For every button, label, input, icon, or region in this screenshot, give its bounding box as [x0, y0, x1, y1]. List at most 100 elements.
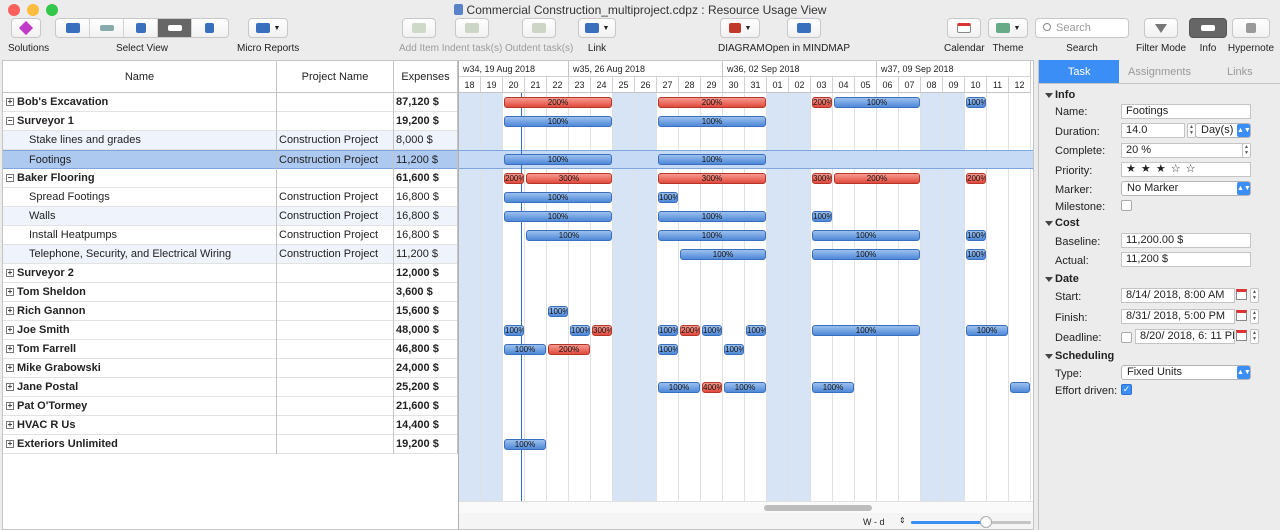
link-button[interactable]: ▼ [578, 18, 616, 38]
allocation-bar[interactable]: 100% [724, 344, 744, 355]
column-name[interactable]: Name [3, 61, 277, 93]
collapse-icon[interactable]: − [6, 174, 14, 182]
expand-icon[interactable]: + [6, 269, 14, 277]
row-name-cell[interactable]: Install Heatpumps [3, 226, 277, 245]
deadline-checkbox[interactable] [1121, 332, 1132, 343]
row-expenses-cell[interactable]: 14,400 $ [394, 416, 458, 435]
micro-reports-tool[interactable]: ▼ Micro Reports [237, 18, 299, 54]
row-project-cell[interactable]: Construction Project [277, 131, 394, 150]
priority-stars[interactable]: ★ ★ ★ ☆ ☆ [1121, 162, 1251, 177]
row-project-cell[interactable] [277, 112, 394, 131]
row-name-cell[interactable]: Stake lines and grades [3, 131, 277, 150]
milestone-checkbox[interactable] [1121, 200, 1132, 211]
allocation-bar[interactable]: 100% [966, 97, 986, 108]
row-expenses-cell[interactable]: 11,200 $ [394, 245, 458, 264]
row-expenses-cell[interactable]: 19,200 $ [394, 435, 458, 454]
table-row[interactable]: + Jane Postal 25,200 $ [3, 378, 458, 397]
allocation-bar[interactable]: 100% [812, 211, 832, 222]
section-info[interactable]: Info [1043, 89, 1075, 101]
row-expenses-cell[interactable]: 16,800 $ [394, 226, 458, 245]
row-name-cell[interactable]: + Rich Gannon [3, 302, 277, 321]
overallocated-bar[interactable]: 200% [504, 97, 612, 108]
view-list-icon[interactable] [90, 19, 124, 37]
row-expenses-cell[interactable]: 16,800 $ [394, 207, 458, 226]
allocation-bar[interactable]: 100% [724, 382, 766, 393]
finish-stepper[interactable]: ▲ ▼ [1250, 309, 1259, 324]
allocation-bar[interactable]: 100% [504, 116, 612, 127]
allocation-bar[interactable]: 100% [504, 344, 546, 355]
row-project-cell[interactable] [277, 302, 394, 321]
duration-unit-select[interactable]: Day(s) ▲▼ [1195, 123, 1251, 138]
expand-icon[interactable]: + [6, 421, 14, 429]
row-name-cell[interactable]: + Tom Sheldon [3, 283, 277, 302]
row-expenses-cell[interactable]: 15,600 $ [394, 302, 458, 321]
table-row[interactable]: + Bob's Excavation 87,120 $ [3, 93, 458, 112]
allocation-bar[interactable]: 100% [966, 230, 986, 241]
allocation-bar[interactable]: 100% [658, 230, 766, 241]
allocation-bar[interactable]: 100% [658, 344, 678, 355]
row-project-cell[interactable] [277, 169, 394, 188]
marker-select[interactable]: No Marker ▲▼ [1121, 181, 1251, 196]
row-name-cell[interactable]: − Baker Flooring [3, 169, 277, 188]
deadline-stepper[interactable]: ▲ ▼ [1250, 329, 1259, 344]
section-scheduling[interactable]: Scheduling [1043, 350, 1114, 362]
calendar-icon[interactable] [1236, 289, 1247, 300]
complete-stepper[interactable]: ▲ ▼ [1242, 143, 1251, 158]
overallocated-bar[interactable]: 200% [658, 97, 766, 108]
row-project-cell[interactable] [277, 340, 394, 359]
search-input[interactable]: Search [1035, 18, 1129, 38]
row-name-cell[interactable]: − Surveyor 1 [3, 112, 277, 131]
row-project-cell[interactable] [277, 283, 394, 302]
expand-icon[interactable]: + [6, 402, 14, 410]
row-expenses-cell[interactable]: 21,600 $ [394, 397, 458, 416]
allocation-bar[interactable] [1010, 382, 1030, 393]
table-row[interactable]: − Baker Flooring 61,600 $ [3, 169, 458, 188]
expand-icon[interactable]: + [6, 440, 14, 448]
row-expenses-cell[interactable]: 11,200 $ [394, 151, 458, 170]
allocation-bar[interactable]: 100% [658, 382, 700, 393]
expand-icon[interactable]: + [6, 345, 14, 353]
row-name-cell[interactable]: + Joe Smith [3, 321, 277, 340]
allocation-bar[interactable]: 100% [812, 325, 920, 336]
allocation-bar[interactable]: 100% [812, 382, 854, 393]
close-window-button[interactable] [8, 4, 20, 16]
table-row[interactable]: Walls Construction Project 16,800 $ [3, 207, 458, 226]
row-project-cell[interactable]: Construction Project [277, 245, 394, 264]
tab-task[interactable]: Task [1039, 60, 1120, 83]
zoom-window-button[interactable] [46, 4, 58, 16]
start-date-field[interactable]: 8/14/ 2018, 8:00 AM [1121, 288, 1235, 303]
view-resource-icon[interactable] [124, 19, 158, 37]
allocation-bar[interactable]: 100% [812, 249, 920, 260]
row-project-cell[interactable] [277, 435, 394, 454]
hypernote-button[interactable] [1232, 18, 1270, 38]
deadline-date-field[interactable]: 8/20/ 2018, 6: 11 PM [1135, 329, 1235, 344]
allocation-bar[interactable]: 100% [504, 439, 546, 450]
row-project-cell[interactable] [277, 264, 394, 283]
actual-field[interactable]: 11,200 $ [1121, 252, 1251, 267]
allocation-bar[interactable]: 100% [658, 325, 678, 336]
table-row[interactable]: Stake lines and grades Construction Proje… [3, 131, 458, 150]
row-project-cell[interactable] [277, 321, 394, 340]
zoom-stepper-icon[interactable]: ⇕ [899, 516, 906, 525]
table-row[interactable]: − Surveyor 1 19,200 $ [3, 112, 458, 131]
table-row[interactable]: + Rich Gannon 15,600 $ [3, 302, 458, 321]
table-row[interactable]: Footings Construction Project 11,200 $ [3, 150, 458, 170]
duration-field[interactable]: 14.0 [1121, 123, 1185, 138]
table-row[interactable]: + HVAC R Us 14,400 $ [3, 416, 458, 435]
overallocated-bar[interactable]: 200% [834, 173, 920, 184]
row-expenses-cell[interactable]: 48,000 $ [394, 321, 458, 340]
column-expenses[interactable]: Expenses [394, 61, 458, 93]
row-project-cell[interactable]: Construction Project [277, 151, 394, 170]
info-tool[interactable]: Info [1189, 18, 1227, 54]
calendar-icon[interactable] [1236, 310, 1247, 321]
hypernote-tool[interactable]: Hypernote [1227, 18, 1275, 54]
expand-icon[interactable]: + [6, 383, 14, 391]
table-row[interactable]: + Tom Farrell 46,800 $ [3, 340, 458, 359]
row-expenses-cell[interactable]: 24,000 $ [394, 359, 458, 378]
allocation-bar[interactable]: 100% [680, 249, 766, 260]
row-name-cell[interactable]: + Jane Postal [3, 378, 277, 397]
complete-field[interactable]: 20 % [1121, 143, 1245, 158]
baseline-field[interactable]: 11,200.00 $ [1121, 233, 1251, 248]
add-item-button[interactable] [402, 18, 436, 38]
allocation-bar[interactable]: 100% [966, 249, 986, 260]
